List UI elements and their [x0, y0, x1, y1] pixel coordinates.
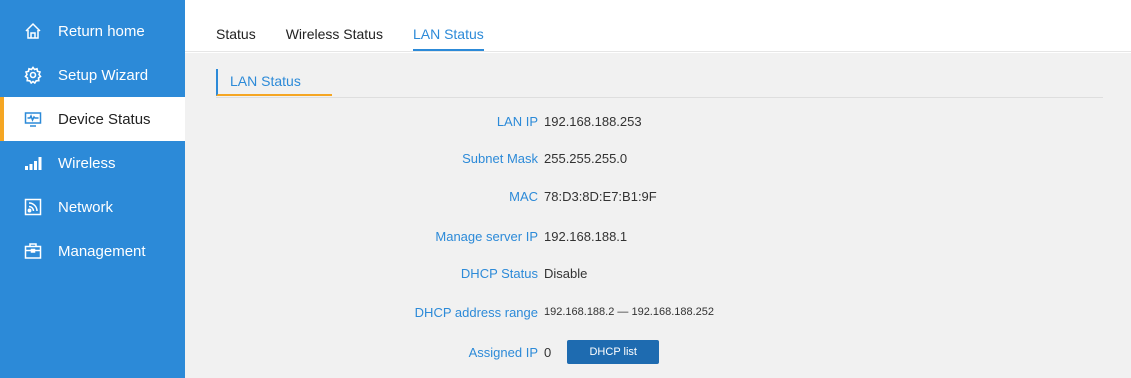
sidebar-item-label: Return home [58, 22, 145, 40]
mac-value: 78:D3:8D:E7:B1:9F [544, 188, 657, 204]
gear-icon [24, 66, 42, 84]
subnet-row: Subnet Mask 255.255.255.0 [185, 148, 627, 168]
tab-bar: Status Wireless Status LAN Status [185, 0, 1131, 52]
dhcp-range-value: 192.168.188.2 — 192.168.188.252 [544, 306, 715, 318]
sidebar-item-label: Network [58, 198, 114, 216]
lan-ip-row: LAN IP 192.168.188.253 [185, 111, 642, 131]
dhcp-status-label: DHCP Status [460, 265, 538, 281]
tab-lan-status[interactable]: LAN Status [412, 26, 484, 51]
sidebar-item-wireless[interactable]: Wireless [0, 141, 185, 185]
manage-ip-value: 192.168.188.1 [544, 228, 628, 244]
monitor-icon [24, 110, 42, 128]
sidebar-item-label: Wireless [58, 154, 116, 172]
dhcp-range-row: DHCP address range 192.168.188.2 — 192.1… [185, 302, 714, 322]
lan-ip-label: LAN IP [496, 113, 538, 129]
manage-ip-label: Manage server IP [435, 228, 538, 244]
sidebar-item-network[interactable]: Network [0, 185, 185, 229]
sidebar-item-device-status[interactable]: Device Status [0, 97, 185, 141]
sidebar-item-label: Device Status [58, 110, 151, 128]
manage-ip-row: Manage server IP 192.168.188.1 [185, 226, 627, 246]
assigned-ip-value: 0 [544, 344, 552, 360]
sidebar-item-label: Management [58, 242, 146, 260]
section-header: LAN Status [216, 69, 1103, 98]
main-content: LAN Status LAN IP 192.168.188.253 Subnet… [185, 53, 1131, 378]
assigned-ip-row: Assigned IP 0 DHCP list [185, 340, 660, 364]
dhcp-list-button[interactable]: DHCP list [567, 340, 660, 364]
sidebar-item-return-home[interactable]: Return home [0, 9, 185, 53]
sidebar: Return home Setup Wizard Device Status W… [0, 0, 185, 378]
signal-icon [24, 154, 42, 172]
briefcase-icon [24, 242, 42, 260]
home-icon [24, 22, 42, 40]
dhcp-status-row: DHCP Status Disable [185, 263, 587, 283]
network-icon [24, 198, 42, 216]
tab-status[interactable]: Status [216, 26, 256, 51]
section-title: LAN Status [216, 69, 332, 96]
tab-wireless-status[interactable]: Wireless Status [286, 26, 383, 51]
sidebar-item-management[interactable]: Management [0, 229, 185, 273]
dhcp-range-label: DHCP address range [414, 304, 538, 320]
mac-label: MAC [509, 188, 538, 204]
dhcp-status-value: Disable [544, 265, 588, 281]
subnet-value: 255.255.255.0 [544, 150, 628, 166]
subnet-label: Subnet Mask [462, 150, 538, 166]
sidebar-item-label: Setup Wizard [58, 66, 149, 84]
mac-row: MAC 78:D3:8D:E7:B1:9F [185, 186, 657, 206]
assigned-ip-label: Assigned IP [468, 344, 538, 360]
lan-ip-value: 192.168.188.253 [544, 113, 642, 129]
sidebar-item-setup-wizard[interactable]: Setup Wizard [0, 53, 185, 97]
